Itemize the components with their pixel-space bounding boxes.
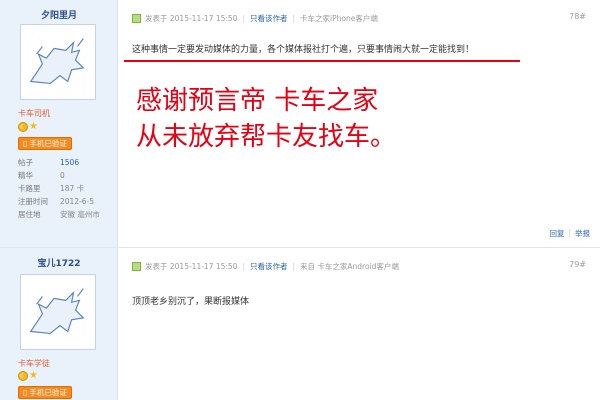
- phone-verified-badge: ▯ 手机已验证: [18, 386, 72, 399]
- stat-posts: 帖子 1506: [18, 158, 80, 167]
- user-level: 卡车学徒: [18, 359, 50, 368]
- client-source: 来自 卡车之家Android客户端: [300, 261, 399, 271]
- post-time: 发表于 2015-11-17 15:50: [145, 261, 238, 271]
- level-badges: ☾ ★: [18, 371, 39, 382]
- post-content: 发表于 2015-11-17 15:50 | 只看该作者 | 卡车之家iPhon…: [118, 0, 600, 247]
- post-meta: 发表于 2015-11-17 15:50 | 只看该作者 | 卡车之家iPhon…: [132, 12, 378, 24]
- phone-verified-badge: ▯ 手机已验证: [18, 137, 72, 150]
- moon-badge-icon: ☾: [18, 371, 28, 381]
- post-text: 顶顶老乡别沉了，果断报媒体: [132, 297, 250, 307]
- stat-essence: 精华 0: [18, 171, 65, 180]
- post-icon: [132, 13, 141, 23]
- post-content: 发表于 2015-11-17 15:50 | 只看该作者 | 来自 卡车之家An…: [118, 248, 600, 400]
- star-badge-icon: ★: [29, 370, 38, 381]
- user-level: 卡车司机: [18, 109, 50, 118]
- user-stats: 帖子 1506 精华 0 卡路里 187 卡 注册时间 2012-6-5 居住地…: [18, 156, 114, 221]
- floor-number[interactable]: 78#: [569, 12, 586, 21]
- username[interactable]: 夕阳里月: [0, 8, 118, 21]
- post-time: 发表于 2015-11-17 15:50: [145, 13, 238, 23]
- phone-verified-label: 手机已验证: [29, 388, 67, 397]
- stat-calories: 卡路里 187 卡: [18, 184, 85, 193]
- phone-verified-label: 手机已验证: [29, 139, 67, 148]
- post-78: 夕阳里月 卡车司机 ☾ ★ ▯ 手机已验证 帖子 1506 精华 0 卡路里 1…: [0, 0, 600, 248]
- overlay-caption-line1: 感谢预言帝 卡车之家: [136, 86, 379, 116]
- stat-registered: 注册时间 2012-6-5: [18, 197, 95, 206]
- report-link[interactable]: 举报: [575, 228, 590, 239]
- post-text: 这种事情一定要发动媒体的力量，各个媒体报社打个遍，只要事情闹大就一定能找到！: [132, 45, 475, 55]
- bull-avatar-icon: [29, 38, 85, 85]
- post-actions: 回复 | 举报: [549, 228, 590, 239]
- red-underline: [124, 60, 520, 62]
- post-79: 宝儿1722 卡车学徒 ☾ ★ ▯ 手机已验证 发表于 2015-11-17 1…: [0, 248, 600, 400]
- bull-avatar-icon: [29, 288, 85, 335]
- user-sidebar: 夕阳里月 卡车司机 ☾ ★ ▯ 手机已验证 帖子 1506 精华 0 卡路里 1…: [0, 0, 118, 247]
- phone-icon: ▯: [23, 388, 28, 397]
- post-meta: 发表于 2015-11-17 15:50 | 只看该作者 | 来自 卡车之家An…: [132, 260, 399, 272]
- avatar[interactable]: [20, 24, 96, 100]
- client-source: 卡车之家iPhone客户端: [300, 13, 378, 23]
- star-badge-icon: ★: [29, 121, 38, 132]
- stat-location: 居住地 安徽 亳州市: [18, 210, 100, 219]
- reply-link[interactable]: 回复: [549, 228, 564, 239]
- only-author-link[interactable]: 只看该作者: [250, 261, 288, 272]
- user-sidebar: 宝儿1722 卡车学徒 ☾ ★ ▯ 手机已验证: [0, 248, 118, 400]
- post-icon: [132, 261, 141, 271]
- moon-badge-icon: ☾: [18, 122, 28, 132]
- floor-number[interactable]: 79#: [569, 260, 586, 269]
- username[interactable]: 宝儿1722: [0, 256, 118, 269]
- overlay-caption-line2: 从未放弃帮卡友找车。: [136, 122, 397, 152]
- only-author-link[interactable]: 只看该作者: [250, 13, 288, 24]
- phone-icon: ▯: [23, 139, 28, 148]
- avatar[interactable]: [20, 274, 96, 350]
- level-badges: ☾ ★: [18, 122, 39, 133]
